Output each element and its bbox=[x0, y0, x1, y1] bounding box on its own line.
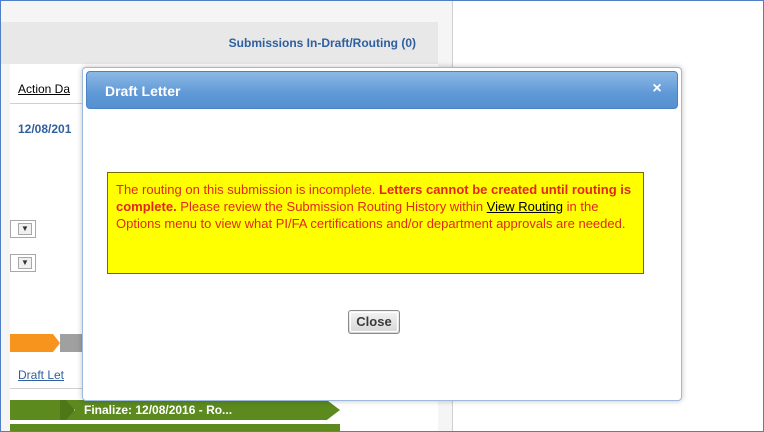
draft-letter-link[interactable]: Draft Let bbox=[18, 368, 64, 382]
submissions-header-bar: Submissions In-Draft/Routing (0) bbox=[0, 22, 438, 64]
warning-text-part1: The routing on this submission is incomp… bbox=[116, 182, 380, 197]
finalize-step-label: Finalize: 12/08/2016 - Ro... bbox=[84, 403, 233, 417]
dialog-titlebar[interactable]: Draft Letter × bbox=[86, 71, 678, 109]
divider bbox=[10, 388, 90, 389]
close-button-label: Close bbox=[356, 314, 392, 329]
dialog-title: Draft Letter bbox=[105, 83, 181, 99]
draft-letter-dialog: Draft Letter × The routing on this submi… bbox=[82, 67, 682, 401]
close-button[interactable]: Close bbox=[348, 310, 400, 334]
submissions-header-title[interactable]: Submissions In-Draft/Routing (0) bbox=[229, 36, 416, 50]
close-icon[interactable]: × bbox=[649, 81, 665, 97]
routing-warning-message: The routing on this submission is incomp… bbox=[107, 172, 644, 274]
action-date-column-header[interactable]: Action Da bbox=[18, 82, 70, 96]
warning-text-part2: Please review the Submission Routing His… bbox=[176, 199, 487, 214]
chevron-down-icon: ▼ bbox=[18, 223, 32, 235]
chevron-down-icon: ▼ bbox=[18, 257, 32, 269]
progress-step-orange bbox=[10, 334, 60, 352]
option-select-1[interactable]: ▼ bbox=[10, 220, 36, 238]
divider bbox=[10, 103, 90, 104]
view-routing-link[interactable]: View Routing bbox=[487, 199, 563, 214]
app-window: Submissions In-Draft/Routing (0) Action … bbox=[0, 0, 764, 432]
option-select-2[interactable]: ▼ bbox=[10, 254, 36, 272]
next-step-bar bbox=[10, 424, 340, 432]
action-date-value: 12/08/201 bbox=[18, 122, 72, 136]
